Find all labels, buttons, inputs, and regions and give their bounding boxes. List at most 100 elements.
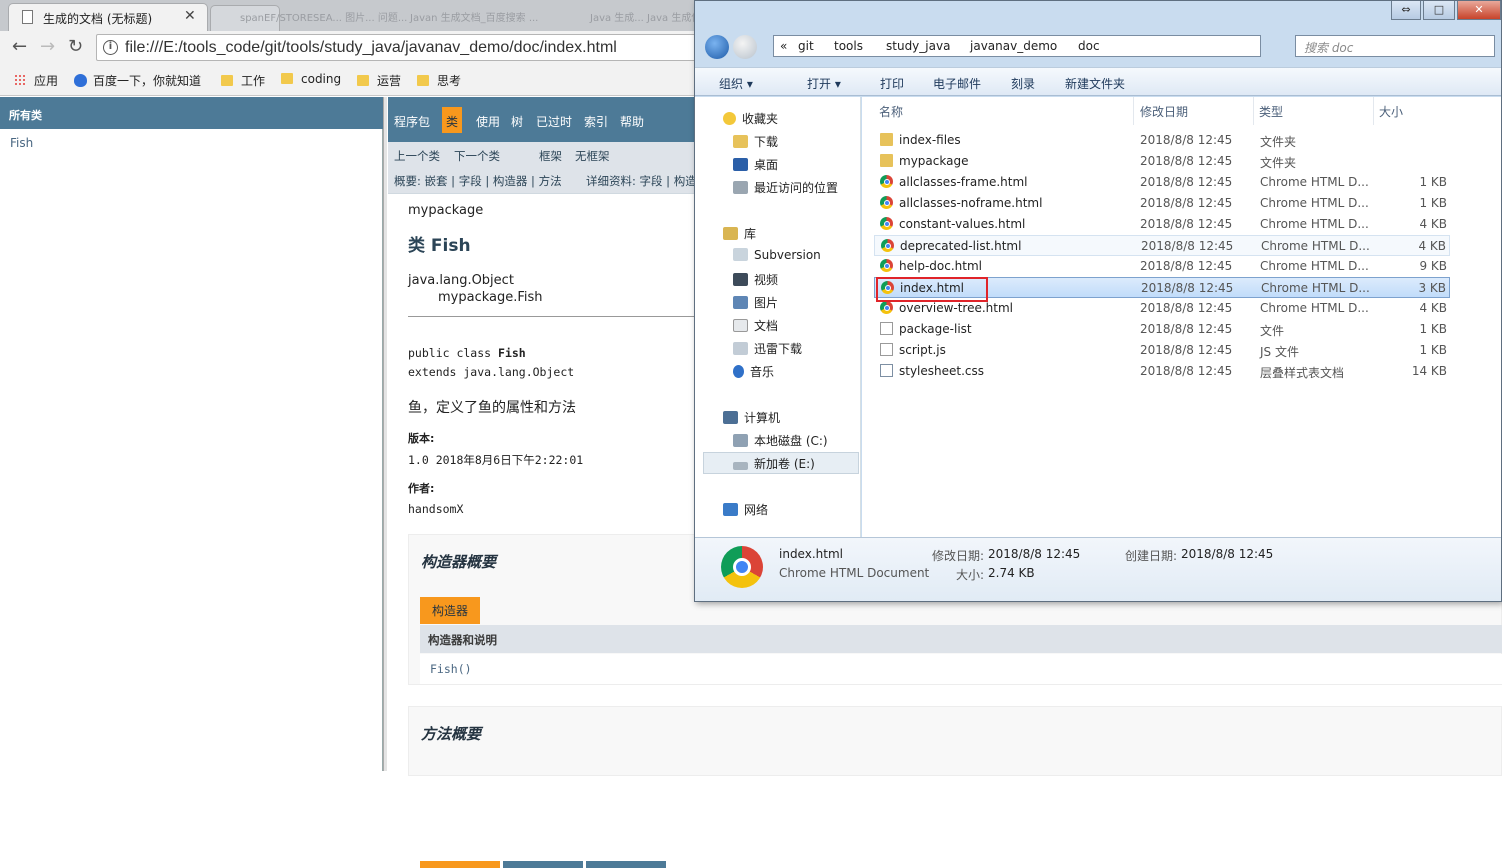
nav-pictures[interactable]: 图片: [733, 294, 778, 311]
nav-label: Subversion: [754, 248, 821, 262]
bookmark-folder-work[interactable]: 工作: [221, 72, 265, 89]
method-tab-all[interactable]: [420, 861, 500, 868]
file-row[interactable]: help-doc.html 2018/8/8 12:45 Chrome HTML…: [874, 256, 1450, 277]
breadcrumb-git[interactable]: git: [798, 39, 814, 53]
nav-recent[interactable]: 最近访问的位置: [733, 179, 838, 196]
column-header-name[interactable]: 名称: [879, 103, 903, 120]
open-button[interactable]: 打开 ▾: [807, 75, 841, 92]
file-row[interactable]: script.js 2018/8/8 12:45 JS 文件 1 KB: [874, 340, 1450, 361]
nav-libraries[interactable]: 库: [723, 225, 756, 242]
nav-desktop[interactable]: 桌面: [733, 156, 778, 173]
explorer-address-bar[interactable]: « git tools study_java javanav_demo doc: [773, 35, 1261, 57]
detail-links[interactable]: 详细资料: 字段 | 构造: [586, 173, 697, 189]
breadcrumb-study-java[interactable]: study_java: [886, 39, 950, 53]
column-separator[interactable]: [1253, 97, 1254, 125]
nav-help[interactable]: 帮助: [620, 113, 644, 130]
nav-label: 计算机: [744, 411, 781, 425]
breadcrumb-javanav-demo[interactable]: javanav_demo: [970, 39, 1057, 53]
next-class-link[interactable]: 下一个类: [454, 148, 500, 164]
file-row[interactable]: package-list 2018/8/8 12:45 文件 1 KB: [874, 319, 1450, 340]
bookmark-baidu[interactable]: 百度一下，你就知道: [74, 72, 201, 89]
nav-favorites[interactable]: 收藏夹: [723, 110, 778, 127]
nav-label: 最近访问的位置: [754, 181, 839, 195]
frames-link[interactable]: 框架: [539, 148, 562, 164]
file-type: 文件: [1260, 324, 1285, 338]
column-header-type[interactable]: 类型: [1259, 103, 1283, 120]
close-window-icon[interactable]: ✕: [1457, 1, 1501, 20]
maximize-icon[interactable]: □: [1423, 1, 1455, 20]
file-row[interactable]: constant-values.html 2018/8/8 12:45 Chro…: [874, 214, 1450, 235]
column-separator[interactable]: [1133, 97, 1134, 125]
forward-circle-icon[interactable]: [733, 35, 757, 59]
nav-drive-c[interactable]: 本地磁盘 (C:): [733, 432, 828, 449]
nav-package[interactable]: 程序包: [394, 113, 430, 130]
prev-class-link[interactable]: 上一个类: [394, 148, 440, 164]
nav-label: 文档: [754, 319, 779, 333]
class-link-fish[interactable]: Fish: [10, 136, 33, 150]
breadcrumb-tools[interactable]: tools: [834, 39, 863, 53]
class-declaration: public class Fish: [408, 346, 526, 360]
no-frames-link[interactable]: 无框架: [575, 148, 610, 164]
column-header-size[interactable]: 大小: [1379, 103, 1403, 120]
class-title: 类 Fish: [408, 236, 471, 256]
nav-tree[interactable]: 树: [511, 113, 523, 130]
email-button[interactable]: 电子邮件: [933, 75, 981, 92]
nav-deprecated[interactable]: 已过时: [536, 113, 572, 130]
file-row[interactable]: index-files 2018/8/8 12:45 文件夹: [874, 130, 1450, 151]
author-label: 作者:: [408, 482, 435, 495]
breadcrumb-overflow[interactable]: «: [780, 39, 787, 53]
nav-downloads[interactable]: 下载: [733, 133, 778, 150]
nav-documents[interactable]: 文档: [733, 317, 778, 334]
nav-computer[interactable]: 计算机: [723, 409, 780, 426]
print-button[interactable]: 打印: [880, 75, 904, 92]
method-tab-static[interactable]: [503, 861, 583, 868]
nav-class-active[interactable]: 类: [442, 107, 462, 133]
file-row[interactable]: allclasses-frame.html 2018/8/8 12:45 Chr…: [874, 172, 1450, 193]
constructor-link-fish[interactable]: Fish(): [420, 654, 1502, 684]
file-name: script.js: [899, 343, 946, 357]
back-arrow-icon[interactable]: ←: [12, 37, 27, 57]
background-tab-text: Javan 生成文档_百度搜索 ...: [410, 13, 539, 24]
explorer-search-box[interactable]: 搜索 doc: [1295, 35, 1495, 57]
reload-icon[interactable]: ↻: [68, 37, 83, 57]
file-row[interactable]: mypackage 2018/8/8 12:45 文件夹: [874, 151, 1450, 172]
breadcrumb-doc[interactable]: doc: [1078, 39, 1100, 53]
pictures-icon: [733, 296, 748, 309]
file-row[interactable]: deprecated-list.html 2018/8/8 12:45 Chro…: [874, 235, 1450, 256]
nav-network[interactable]: 网络: [723, 501, 768, 518]
summary-links[interactable]: 概要: 嵌套 | 字段 | 构造器 | 方法: [394, 173, 562, 189]
nav-index[interactable]: 索引: [584, 113, 608, 130]
back-circle-icon[interactable]: [705, 35, 729, 59]
nav-label: 图片: [754, 296, 779, 310]
restore-icon[interactable]: ⇔: [1391, 1, 1421, 20]
nav-drive-e[interactable]: 新加卷 (E:): [733, 455, 815, 472]
forward-arrow-icon[interactable]: →: [40, 37, 55, 57]
nav-videos[interactable]: 视频: [733, 271, 778, 288]
bookmark-folder-think[interactable]: 思考: [417, 72, 461, 89]
browser-tab-active[interactable]: 生成的文档 (无标题) ✕: [8, 3, 208, 31]
close-icon[interactable]: ✕: [184, 8, 196, 24]
bookmark-folder-ops[interactable]: 运营: [357, 72, 401, 89]
nav-music[interactable]: 音乐: [733, 363, 774, 380]
bookmark-folder-coding[interactable]: coding: [281, 72, 341, 86]
url-text[interactable]: file:///E:/tools_code/git/tools/study_ja…: [125, 39, 617, 57]
method-tab-instance[interactable]: [586, 861, 666, 868]
info-icon[interactable]: i: [103, 40, 118, 55]
frame-divider[interactable]: [383, 97, 387, 771]
nav-thunder[interactable]: 迅雷下载: [733, 340, 802, 357]
file-size: 1 KB: [1419, 175, 1447, 189]
file-row[interactable]: stylesheet.css 2018/8/8 12:45 层叠样式表文档 14…: [874, 361, 1450, 382]
new-folder-button[interactable]: 新建文件夹: [1065, 75, 1125, 92]
nav-use[interactable]: 使用: [476, 113, 500, 130]
desktop-icon: [733, 158, 748, 171]
nav-subversion[interactable]: Subversion: [733, 248, 821, 262]
constructor-caption: 构造器: [420, 597, 481, 624]
file-row[interactable]: allclasses-noframe.html 2018/8/8 12:45 C…: [874, 193, 1450, 214]
address-bar[interactable]: i file:///E:/tools_code/git/tools/study_…: [96, 34, 696, 61]
column-header-date[interactable]: 修改日期: [1140, 103, 1188, 120]
organize-button[interactable]: 组织 ▾: [719, 75, 753, 92]
burn-button[interactable]: 刻录: [1011, 75, 1035, 92]
column-separator[interactable]: [1373, 97, 1374, 125]
file-date: 2018/8/8 12:45: [1140, 301, 1233, 315]
bookmark-apps[interactable]: 应用: [14, 72, 58, 89]
